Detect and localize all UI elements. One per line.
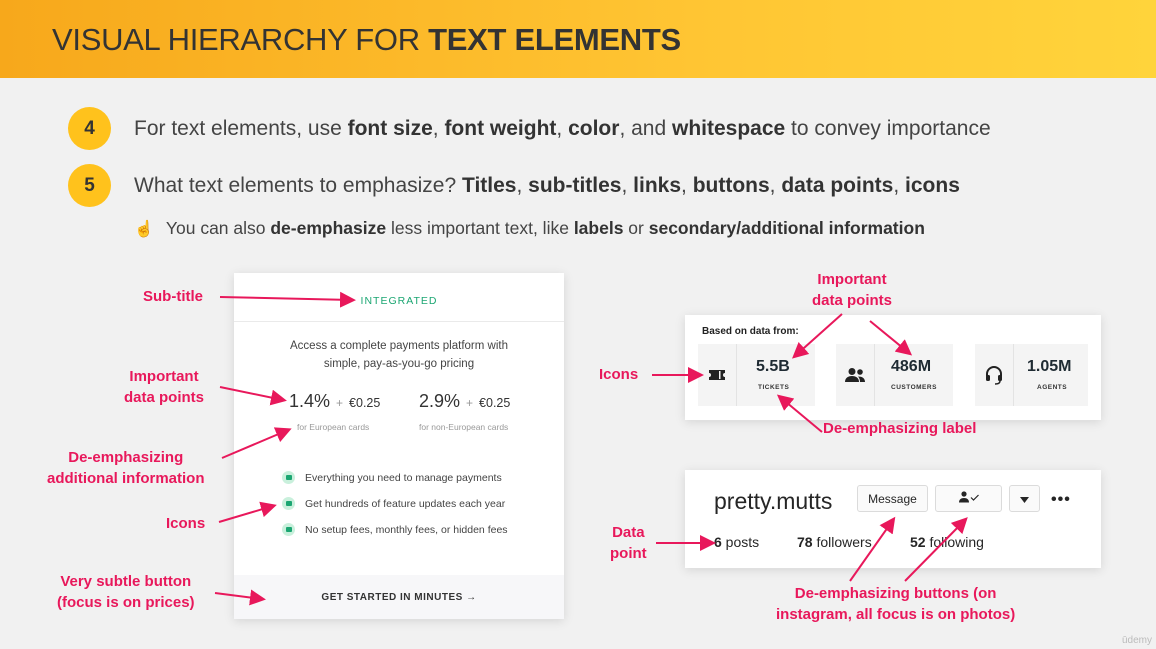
udemy-logo: ūdemy <box>1121 635 1152 646</box>
arrow-deemph-buttons-1 <box>849 516 896 582</box>
arrow-important-right-1 <box>792 313 843 359</box>
arrow-subtitle <box>219 291 356 308</box>
arrow-icons-left <box>218 501 277 523</box>
arrow-subtle-button <box>214 589 266 606</box>
arrow-important-left <box>219 386 287 406</box>
arrow-deemph-label <box>776 394 823 433</box>
arrow-important-right-2 <box>869 320 913 356</box>
arrow-deemph-buttons-2 <box>904 517 968 582</box>
arrow-deemph-info <box>221 427 292 459</box>
annotation-arrows <box>214 291 968 606</box>
